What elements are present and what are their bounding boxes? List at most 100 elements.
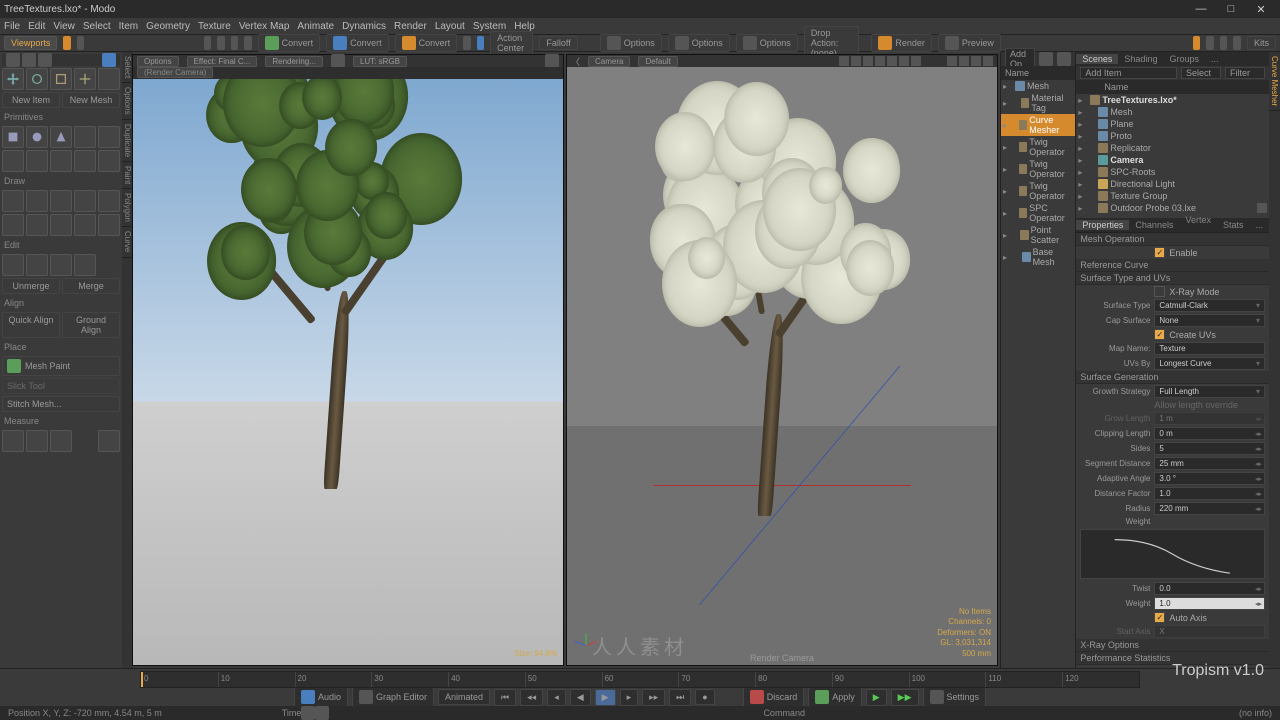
draw-tool[interactable] — [2, 214, 24, 236]
gl-viewport[interactable]: 〈 Camera Default — [566, 54, 998, 666]
newitem-button[interactable]: New Item — [2, 92, 60, 108]
surfacetype-dropdown[interactable]: Catmull-Clark▾ — [1154, 299, 1265, 312]
menu-edit[interactable]: Edit — [28, 21, 45, 32]
panel-icon[interactable] — [1039, 52, 1053, 66]
vp-rendering[interactable]: Rendering... — [265, 56, 323, 67]
unmerge-button[interactable]: Unmerge — [2, 278, 60, 294]
measure-tool[interactable] — [2, 430, 24, 452]
vp-nav-icon[interactable] — [959, 56, 969, 66]
select-dropdown[interactable]: Select — [1181, 67, 1221, 79]
draw-tool[interactable] — [26, 214, 48, 236]
options-button[interactable]: Options — [736, 34, 798, 52]
layout-tab[interactable]: Viewports — [4, 36, 57, 50]
key-button[interactable]: ● — [695, 689, 714, 705]
sect-meshop[interactable]: Mesh Operation — [1076, 233, 1269, 246]
prim-tool[interactable] — [50, 150, 72, 172]
mode-icon[interactable] — [63, 36, 71, 50]
tab-curvemesher[interactable]: Curve Mesher — [1269, 52, 1280, 111]
stitchmesh-button[interactable]: Stitch Mesh... — [2, 396, 120, 412]
tree-item[interactable]: ▸Point Scatter — [1001, 224, 1075, 246]
sides-field[interactable]: 5 — [1154, 442, 1265, 455]
convert-button[interactable]: Convert — [326, 34, 389, 52]
uvsby-dropdown[interactable]: Longest Curve▾ — [1154, 357, 1265, 370]
status-icon[interactable] — [301, 706, 315, 720]
mapname-field[interactable]: Texture — [1154, 342, 1265, 355]
tree-item[interactable]: ▸Outdoor Probe 03.lxe — [1076, 202, 1269, 214]
min-button[interactable]: — — [1186, 1, 1216, 17]
tree-item[interactable]: ▸TreeTextures.lxo* — [1076, 94, 1269, 106]
tree-item[interactable]: ▸Mesh — [1076, 106, 1269, 118]
tab-shading[interactable]: Shading — [1118, 54, 1163, 64]
vp-options[interactable]: Options — [137, 56, 179, 67]
tree-item[interactable]: ▸Proto — [1076, 130, 1269, 142]
newmesh-button[interactable]: New Mesh — [62, 92, 120, 108]
tree-item[interactable]: ▸Replicator — [1076, 142, 1269, 154]
cyl-tool[interactable] — [74, 126, 96, 148]
arrow-icon[interactable] — [22, 53, 36, 67]
next-key-button[interactable]: ▸▸ — [642, 689, 665, 706]
tab-scenes[interactable]: Scenes — [1076, 54, 1118, 64]
filter-dropdown[interactable]: Filter — [1225, 67, 1265, 79]
vp-effect[interactable]: Effect: Final C... — [187, 56, 258, 67]
vp-opt-icon[interactable] — [875, 56, 885, 66]
tool-icon[interactable] — [477, 36, 485, 50]
settings-button[interactable]: Settings — [923, 687, 987, 707]
tool-icon[interactable] — [463, 36, 471, 50]
convert-button[interactable]: Convert — [258, 34, 321, 52]
extra-tool[interactable] — [98, 68, 120, 90]
falloff-button[interactable]: Falloff — [539, 36, 577, 50]
tree-item[interactable]: ▸Mesh — [1001, 80, 1075, 92]
draw-tool[interactable] — [26, 190, 48, 212]
arrow-icon[interactable] — [6, 53, 20, 67]
vp-lut[interactable]: LUT: sRGB — [353, 56, 407, 67]
menu-system[interactable]: System — [473, 21, 506, 32]
autoaxis-checkbox[interactable]: ✓ — [1154, 612, 1165, 623]
tree-item[interactable]: ▸Directional Light — [1076, 178, 1269, 190]
render-viewport[interactable]: Options Effect: Final C... Rendering... … — [132, 54, 564, 666]
preview-button[interactable]: Preview — [938, 34, 1001, 52]
vp-opt-icon[interactable] — [863, 56, 873, 66]
menu-vertexmap[interactable]: Vertex Map — [239, 21, 290, 32]
arrow-icon[interactable] — [38, 53, 52, 67]
sel-vert-icon[interactable] — [204, 36, 212, 50]
tab-stats[interactable]: Stats — [1217, 220, 1250, 230]
close-button[interactable]: ✕ — [1246, 1, 1276, 17]
vp-nav-icon[interactable] — [971, 56, 981, 66]
edit-tool[interactable] — [2, 254, 24, 276]
slicktool-button[interactable]: Slick Tool — [2, 378, 120, 394]
meshpaint-button[interactable]: Mesh Paint — [2, 356, 120, 376]
tab-properties[interactable]: Properties — [1076, 220, 1129, 230]
weight-field[interactable]: 1.0 — [1154, 597, 1265, 610]
sect-surfgen[interactable]: Surface Generation — [1076, 371, 1269, 384]
timeline-cursor[interactable] — [141, 672, 143, 687]
vp-shading[interactable]: Default — [638, 56, 677, 67]
kit-icon[interactable] — [1233, 36, 1241, 50]
prev-frame-button[interactable]: ◂ — [547, 689, 566, 706]
options-button[interactable]: Options — [600, 34, 662, 52]
grapheditor-button[interactable]: Graph Editor — [352, 687, 434, 707]
sect-xray[interactable]: X-Ray Options — [1076, 639, 1269, 652]
tree-item[interactable]: ▸Twig Operator — [1001, 158, 1075, 180]
cube-tool[interactable] — [2, 126, 24, 148]
kits-button[interactable]: Kits — [1247, 36, 1276, 50]
refresh-icon[interactable] — [102, 53, 116, 67]
apply-button[interactable]: Apply — [808, 687, 862, 707]
prim-tool[interactable] — [2, 150, 24, 172]
tree-item[interactable]: ▸Plane — [1076, 118, 1269, 130]
adangle-field[interactable]: 3.0 ° — [1154, 472, 1265, 485]
draw-tool[interactable] — [98, 190, 120, 212]
vp-icon[interactable] — [331, 54, 345, 68]
vp-opt-icon[interactable] — [887, 56, 897, 66]
edit-tool[interactable] — [50, 254, 72, 276]
prev-key-button[interactable]: ◂◂ — [520, 689, 543, 706]
vp-icon[interactable] — [545, 54, 559, 68]
tree-item[interactable]: ▸Twig Operator — [1001, 180, 1075, 202]
draw-tool[interactable] — [50, 190, 72, 212]
skip-start-button[interactable]: ⏮ — [494, 689, 516, 706]
distfact-field[interactable]: 1.0 — [1154, 487, 1265, 500]
audio-button[interactable]: Audio — [294, 687, 348, 707]
radius-field[interactable]: 220 mm — [1154, 502, 1265, 515]
next-frame-button[interactable]: ▸ — [620, 689, 639, 706]
growth-dropdown[interactable]: Full Length▾ — [1154, 385, 1265, 398]
vp-opt-icon[interactable] — [899, 56, 909, 66]
